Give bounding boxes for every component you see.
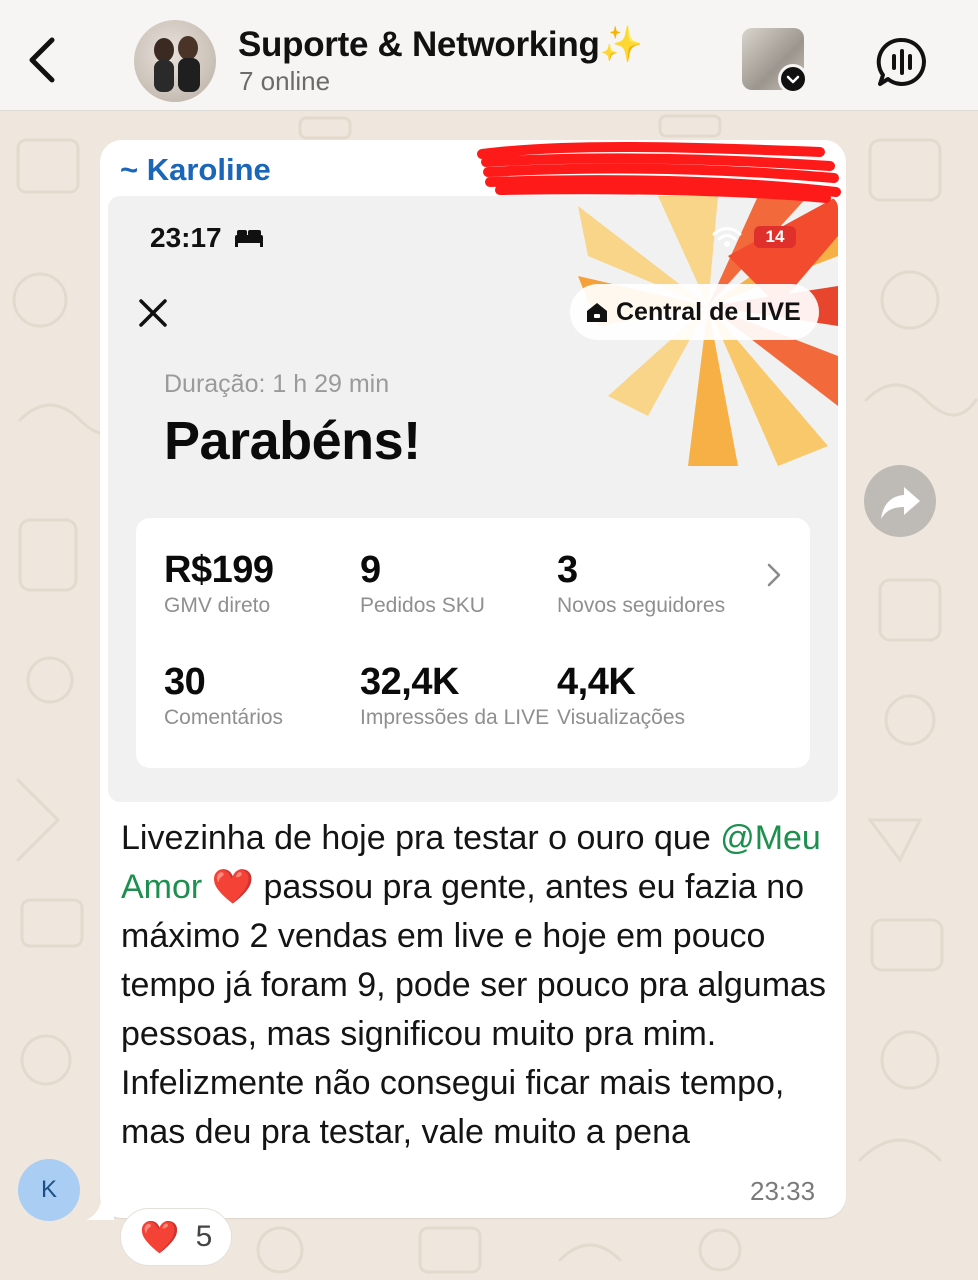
stat-orders: 9 Pedidos SKU xyxy=(360,548,485,618)
stat-label: Visualizações xyxy=(557,706,686,729)
message-text: Livezinha de hoje pra testar o ouro que … xyxy=(121,819,826,1151)
close-icon[interactable] xyxy=(136,296,170,330)
live-duration: Duração: 1 h 29 min xyxy=(164,370,390,398)
reaction-count: 5 xyxy=(195,1220,213,1253)
online-count: 7 online xyxy=(239,66,331,96)
stat-comments: 30 Comentários xyxy=(164,660,283,730)
reaction-pill[interactable]: ❤️ 5 xyxy=(120,1208,232,1266)
embedded-screenshot[interactable]: 23:17 14 Central de LIVE Duração: 1 h 29… xyxy=(108,196,838,802)
sender-avatar[interactable]: K xyxy=(18,1159,80,1221)
heart-emoji: ❤️ xyxy=(211,868,255,906)
chevron-right-icon[interactable] xyxy=(766,562,782,588)
stat-label: GMV direto xyxy=(164,594,271,617)
home-icon xyxy=(587,303,607,322)
stat-value: R$199 xyxy=(164,549,274,591)
status-time: 23:17 xyxy=(150,222,222,253)
stat-label: Comentários xyxy=(164,706,284,729)
stat-followers: 3 Novos seguidores xyxy=(557,548,725,618)
stat-gmv: R$199 GMV direto xyxy=(164,548,274,618)
redaction-scribble xyxy=(477,142,841,203)
chat-header: Suporte & Networking✨ 7 online xyxy=(0,0,978,111)
stat-label: Pedidos SKU xyxy=(360,594,485,617)
live-center-label: Central de LIVE xyxy=(616,297,801,326)
bubble-tail xyxy=(86,1196,114,1220)
group-avatar[interactable] xyxy=(134,20,216,102)
stat-value: 9 xyxy=(360,549,381,591)
bed-icon xyxy=(235,230,263,247)
congrats-headline: Parabéns! xyxy=(164,411,421,471)
check-badge-icon xyxy=(778,64,808,94)
message-timestamp: 23:33 xyxy=(750,1176,816,1206)
live-center-button[interactable]: Central de LIVE xyxy=(570,284,819,340)
stat-value: 4,4K xyxy=(557,661,636,703)
forward-icon xyxy=(881,487,920,519)
stat-value: 32,4K xyxy=(360,661,459,703)
stat-views: 4,4K Visualizações xyxy=(557,660,685,730)
stat-value: 3 xyxy=(557,549,578,591)
stat-impressions: 32,4K Impressões da LIVE xyxy=(360,660,549,730)
battery-indicator: 14 xyxy=(754,226,796,248)
wifi-icon xyxy=(712,227,742,247)
audio-call-icon[interactable] xyxy=(876,36,928,88)
heart-reaction-icon: ❤️ xyxy=(139,1219,180,1255)
stat-value: 30 xyxy=(164,661,206,703)
group-title[interactable]: Suporte & Networking✨ xyxy=(238,24,643,65)
stat-label: Novos seguidores xyxy=(557,594,726,617)
sparkles-icon: ✨ xyxy=(599,25,644,64)
sender-name[interactable]: ~ Karoline xyxy=(120,152,271,188)
forward-button[interactable] xyxy=(864,465,936,537)
stat-label: Impressões da LIVE xyxy=(360,706,550,729)
back-chevron-icon[interactable] xyxy=(22,32,66,88)
stats-card[interactable]: R$199 GMV direto 9 Pedidos SKU 3 Novos s… xyxy=(136,518,810,768)
